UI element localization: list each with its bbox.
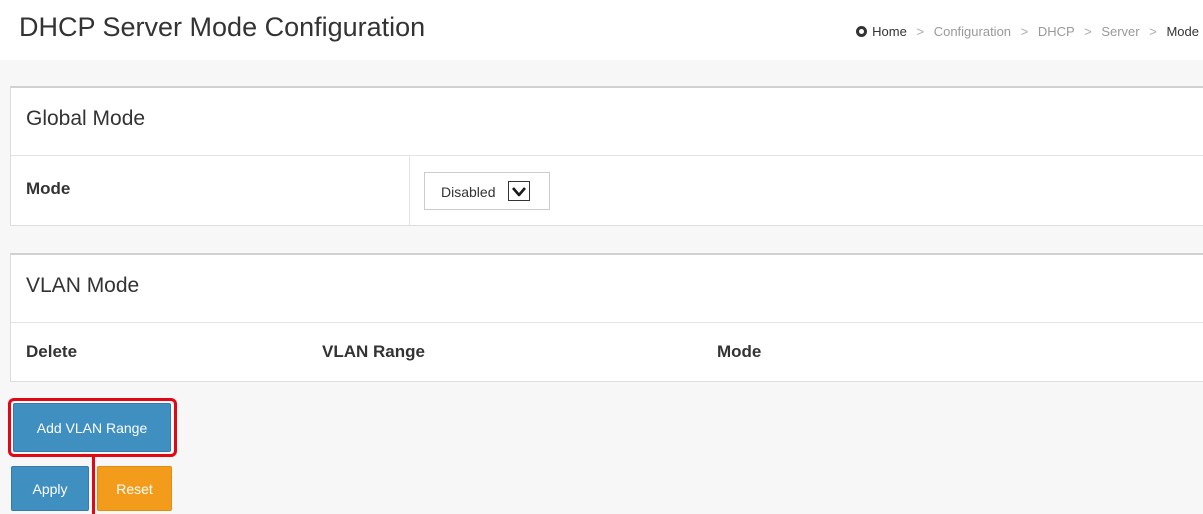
page-title: DHCP Server Mode Configuration — [19, 12, 426, 42]
breadcrumb-dhcp[interactable]: DHCP — [1038, 24, 1075, 39]
page-header: DHCP Server Mode Configuration Home > Co… — [0, 0, 1203, 60]
breadcrumb-separator: > — [916, 24, 925, 39]
home-icon — [855, 26, 867, 37]
vlan-table-header: Delete VLAN Range Mode — [11, 323, 1203, 382]
column-header-mode: Mode — [717, 342, 762, 361]
mode-label: Mode — [26, 179, 71, 198]
apply-button[interactable]: Apply — [11, 466, 89, 511]
reset-button[interactable]: Reset — [97, 466, 172, 511]
breadcrumb-mode: Mode — [1166, 24, 1199, 39]
chevron-down-icon[interactable] — [508, 181, 530, 201]
global-mode-select-value: Disabled — [441, 184, 496, 200]
breadcrumb-server[interactable]: Server — [1101, 24, 1139, 39]
column-divider — [409, 156, 410, 226]
global-mode-heading: Global Mode — [11, 88, 1203, 156]
breadcrumb-separator: > — [1084, 24, 1092, 39]
global-mode-select[interactable]: Disabled — [424, 172, 550, 210]
breadcrumb-home[interactable]: Home — [872, 24, 907, 39]
column-header-delete: Delete — [26, 342, 78, 361]
callout-line — [92, 457, 95, 514]
breadcrumb-configuration[interactable]: Configuration — [934, 24, 1011, 39]
breadcrumb-separator: > — [1020, 24, 1029, 39]
vlan-mode-panel: VLAN Mode Delete VLAN Range Mode — [10, 253, 1203, 382]
global-mode-title: Global Mode — [26, 107, 146, 130]
global-mode-panel: Global Mode Mode Disabled — [10, 86, 1203, 226]
column-header-vlan-range: VLAN Range — [322, 342, 425, 361]
global-mode-row: Mode Disabled — [11, 156, 1203, 226]
vlan-mode-heading: VLAN Mode — [11, 255, 1203, 323]
breadcrumb-separator: > — [1149, 24, 1157, 39]
vlan-mode-title: VLAN Mode — [26, 274, 140, 297]
breadcrumb: Home > Configuration > DHCP > Server > M… — [855, 24, 1199, 39]
add-vlan-range-button[interactable]: Add VLAN Range — [13, 403, 171, 452]
